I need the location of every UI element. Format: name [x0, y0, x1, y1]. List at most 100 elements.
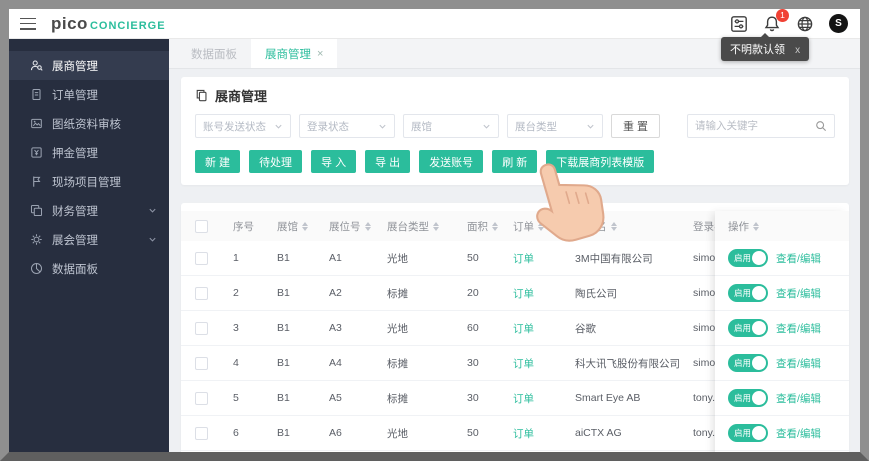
- select-placeholder: 展馆: [411, 120, 432, 133]
- header-label: 展位号: [329, 220, 361, 233]
- search-icon[interactable]: [815, 120, 827, 132]
- language-globe-icon[interactable]: [796, 15, 814, 33]
- claim-tooltip[interactable]: 不明款认领 x: [721, 33, 810, 61]
- filter-select-3[interactable]: 展馆: [403, 114, 499, 138]
- user-avatar[interactable]: S: [829, 14, 848, 33]
- action-button-5[interactable]: 发送账号: [419, 150, 484, 173]
- enable-toggle[interactable]: 启用: [728, 424, 768, 442]
- action-button-3[interactable]: 导 入: [311, 150, 357, 173]
- row-checkbox[interactable]: [195, 251, 208, 265]
- view-edit-link[interactable]: 查看/编辑: [776, 251, 821, 266]
- header-booth[interactable]: 展位号: [329, 211, 387, 241]
- filter-select-4[interactable]: 展台类型: [507, 114, 603, 138]
- header-booth-type[interactable]: 展台类型: [387, 211, 467, 241]
- header-hall[interactable]: 展馆: [277, 211, 329, 241]
- tab-close-icon[interactable]: ×: [317, 48, 323, 60]
- view-edit-link[interactable]: 查看/编辑: [776, 286, 821, 301]
- header-operations[interactable]: 操作: [715, 211, 849, 241]
- header-area[interactable]: 面积: [467, 211, 513, 241]
- order-link[interactable]: 订单: [513, 391, 534, 406]
- toggle-knob: [752, 426, 766, 440]
- action-button-7[interactable]: 下载展商列表模版: [546, 150, 655, 173]
- sort-icon[interactable]: [492, 221, 498, 231]
- filter-select-2[interactable]: 登录状态: [299, 114, 395, 138]
- sort-icon[interactable]: [364, 221, 371, 231]
- cell-company: 陶氏公司: [575, 287, 617, 300]
- order-link[interactable]: 订单: [513, 356, 534, 371]
- tab-dashboard[interactable]: 数据面板: [177, 39, 251, 68]
- cell-index: 1: [233, 252, 239, 264]
- order-link[interactable]: 订单: [513, 426, 534, 441]
- header-company[interactable]: 展商名: [575, 211, 693, 241]
- select-all-checkbox[interactable]: [195, 219, 208, 233]
- toggle-label: 启用: [734, 288, 752, 298]
- action-button-4[interactable]: 导 出: [365, 150, 411, 173]
- ops-row: 启用 查看/编辑: [715, 416, 849, 451]
- sort-icon[interactable]: [433, 221, 439, 231]
- enable-toggle[interactable]: 启用: [728, 354, 768, 372]
- tooltip-close-icon[interactable]: x: [795, 45, 800, 56]
- header-label: 展商名: [575, 220, 607, 233]
- enable-toggle[interactable]: 启用: [728, 389, 768, 407]
- sidebar: 展商管理订单管理图纸资料审核 押金管理 现场项目管理 财务管理 展会管理 数据面板: [9, 39, 169, 452]
- dashboard-icon: [30, 262, 43, 275]
- ops-row: 启用 查看/编辑: [715, 311, 849, 346]
- header-order[interactable]: 订单: [513, 211, 575, 241]
- row-checkbox[interactable]: [195, 321, 208, 335]
- row-checkbox[interactable]: [195, 426, 208, 440]
- cell-company: aiCTX AG: [575, 427, 622, 439]
- sidebar-item-finance[interactable]: 财务管理: [9, 196, 169, 225]
- order-link[interactable]: 订单: [513, 286, 534, 301]
- exhibitor-icon: [30, 59, 43, 72]
- table-card: 序号 展馆 展位号 展台类型 面积 订单 展商名 登录名 1 B1 A1 光地 50 订单…: [181, 203, 849, 452]
- top-bar: pico CONCIERGE 1 S: [9, 9, 860, 39]
- sidebar-item-exhibitor[interactable]: 展商管理: [9, 51, 169, 80]
- sort-icon[interactable]: [753, 221, 759, 231]
- view-edit-link[interactable]: 查看/编辑: [776, 321, 821, 336]
- row-checkbox[interactable]: [195, 286, 208, 300]
- search-input[interactable]: [695, 120, 815, 132]
- main-area: 数据面板 展商管理 × 展商管理 账号发送状态登录状态展馆展台类型重 置: [169, 39, 860, 452]
- enable-toggle[interactable]: 启用: [728, 284, 768, 302]
- view-edit-link[interactable]: 查看/编辑: [776, 356, 821, 371]
- order-link[interactable]: 订单: [513, 321, 534, 336]
- sort-icon[interactable]: [302, 221, 308, 231]
- notification-badge: 1: [776, 9, 789, 22]
- claims-panel-icon[interactable]: [730, 15, 748, 33]
- sidebar-item-drawing[interactable]: 图纸资料审核: [9, 109, 169, 138]
- reset-button[interactable]: 重 置: [611, 114, 661, 138]
- sidebar-item-label: 订单管理: [52, 89, 98, 102]
- toggle-knob: [752, 251, 766, 265]
- cell-booth-type: 光地: [387, 322, 408, 335]
- action-button-6[interactable]: 刷 新: [492, 150, 538, 173]
- cell-hall: B1: [277, 427, 290, 439]
- cell-order: 订单: [513, 241, 575, 275]
- sidebar-item-onsite[interactable]: 现场项目管理: [9, 167, 169, 196]
- sort-icon[interactable]: [538, 221, 544, 231]
- row-checkbox[interactable]: [195, 391, 208, 405]
- filter-select-1[interactable]: 账号发送状态: [195, 114, 291, 138]
- notification-bell-icon[interactable]: 1: [763, 9, 789, 33]
- sidebar-item-dashboard[interactable]: 数据面板: [9, 254, 169, 283]
- cell-index: [233, 451, 277, 452]
- chevron-down-icon: [482, 122, 491, 131]
- ops-row: 启用 查看/编辑: [715, 276, 849, 311]
- drawing-icon: [30, 117, 43, 130]
- sidebar-item-order[interactable]: 订单管理: [9, 80, 169, 109]
- sidebar-item-expo[interactable]: 展会管理: [9, 225, 169, 254]
- order-link[interactable]: 订单: [513, 251, 534, 266]
- cell-booth: A3: [329, 322, 342, 334]
- view-edit-link[interactable]: 查看/编辑: [776, 391, 821, 406]
- sort-icon[interactable]: [610, 221, 617, 231]
- enable-toggle[interactable]: 启用: [728, 249, 768, 267]
- enable-toggle[interactable]: 启用: [728, 319, 768, 337]
- view-edit-link[interactable]: 查看/编辑: [776, 426, 821, 441]
- toggle-label: 启用: [734, 428, 752, 438]
- tab-exhibitor-management[interactable]: 展商管理 ×: [251, 39, 338, 68]
- action-button-1[interactable]: 新 建: [195, 150, 241, 173]
- ops-column-body: 启用 查看/编辑 启用 查看/编辑 启用 查看/编辑 启用 查看/编辑 启用 查看/编辑 启用 查看/…: [715, 241, 849, 452]
- row-checkbox[interactable]: [195, 356, 208, 370]
- sidebar-item-deposit[interactable]: 押金管理: [9, 138, 169, 167]
- hamburger-menu-icon[interactable]: [20, 17, 36, 30]
- action-button-2[interactable]: 待处理: [249, 150, 303, 173]
